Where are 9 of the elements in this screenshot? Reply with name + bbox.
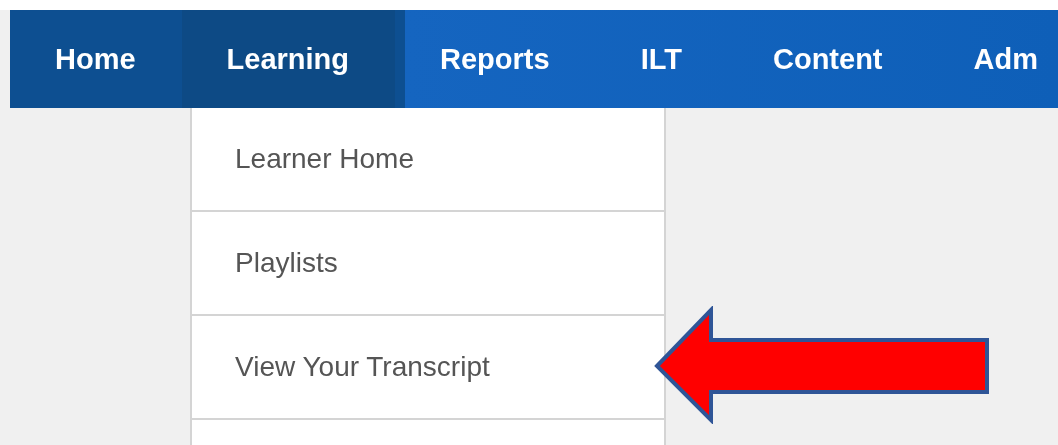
menu-item[interactable]: Playlists [235, 247, 338, 279]
menu-item[interactable]: View Your Transcript [235, 351, 490, 383]
nav-tab[interactable]: Adm [928, 10, 1058, 108]
menu-item[interactable]: Learner Home [235, 143, 414, 175]
nav-tab[interactable]: Reports [395, 10, 596, 108]
nav-tab[interactable]: Content [727, 10, 929, 108]
nav-tab[interactable]: ILT [595, 10, 728, 108]
nav-tab[interactable]: Learning [181, 10, 396, 108]
nav-tab[interactable]: Home [10, 10, 182, 108]
